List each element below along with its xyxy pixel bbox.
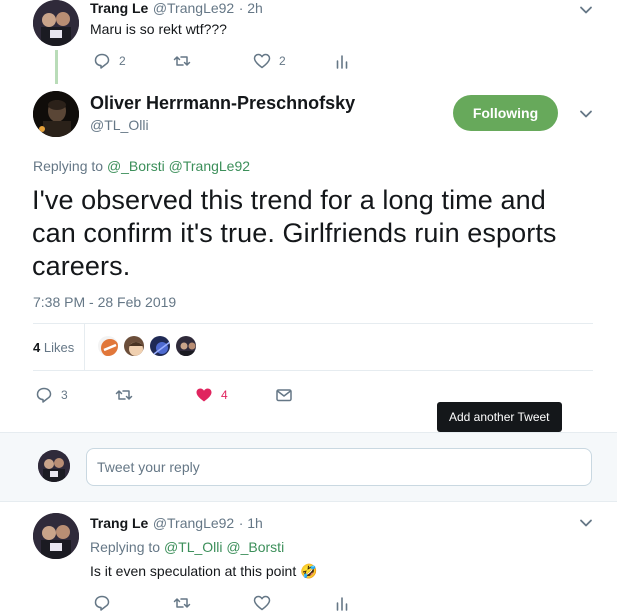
mention-link[interactable]: @TL_Olli [164,539,223,555]
avatar[interactable] [148,334,172,358]
direct-message-button[interactable] [275,386,293,404]
avatar[interactable] [33,91,79,137]
like-button[interactable] [253,594,271,612]
analytics-button[interactable] [333,594,351,612]
retweet-icon [173,594,191,612]
retweet-icon [115,386,133,404]
divider [33,370,593,371]
likes-label: Likes [43,340,75,355]
author-name[interactable]: Trang Le [90,515,148,531]
reply-button[interactable]: 3 [35,386,68,404]
like-button[interactable]: 2 [253,52,286,70]
thread-line [55,50,58,84]
author-name[interactable]: Oliver Herrmann-Preschnofsky [90,93,355,114]
retweet-button[interactable] [115,386,133,404]
retweet-button[interactable] [173,594,191,612]
likes-stat[interactable]: 4 Likes [33,340,74,355]
reply-input[interactable]: Tweet your reply [86,448,592,486]
avatar[interactable] [38,450,70,482]
liker-avatars [96,334,198,358]
avatar[interactable] [33,0,79,46]
analytics-icon [333,594,351,612]
tweet-text: Maru is so rekt wtf??? [90,21,227,37]
reply-button[interactable]: 2 [93,52,126,70]
replying-to: Replying to @TL_Olli @_Borsti [90,539,284,555]
author-handle[interactable]: @TrangLe92 [153,0,234,16]
heart-icon [253,594,271,612]
avatar[interactable] [174,334,198,358]
analytics-icon [333,52,351,70]
retweet-icon [173,52,191,70]
replying-to: Replying to @_Borsti @TrangLe92 [33,158,250,174]
likes-count: 4 [33,340,41,355]
like-button[interactable]: 4 [195,386,228,404]
reply-icon [93,594,111,612]
reply-button[interactable] [93,594,111,612]
retweet-button[interactable] [173,52,191,70]
reply-count: 2 [119,54,126,68]
mention-link[interactable]: @TrangLe92 [169,158,250,174]
chevron-down-icon[interactable] [577,514,595,532]
tweet-text: I've observed this trend for a long time… [32,185,557,281]
heart-icon [253,52,271,70]
rofl-emoji: 🤣 [300,563,318,579]
tweet-time[interactable]: · 1h [239,515,263,531]
avatar[interactable] [122,334,146,358]
tweet-text: Is it even speculation at this point [90,563,297,579]
reply-icon [35,386,53,404]
author-handle[interactable]: @TrangLe92 [153,515,234,531]
add-tweet-tooltip: Add another Tweet [437,402,562,432]
tweet-timestamp[interactable]: 7:38 PM - 28 Feb 2019 [33,294,176,310]
reply-icon [93,52,111,70]
message-icon [275,386,293,404]
replying-prefix: Replying to [33,158,104,174]
replying-prefix: Replying to [90,539,161,555]
chevron-down-icon[interactable] [577,1,595,19]
reply-count: 3 [61,388,68,402]
tweet-text-line: Is it even speculation at this point 🤣 [90,563,318,580]
tweet-time[interactable]: · 2h [239,0,263,16]
following-button[interactable]: Following [453,95,558,131]
divider [33,323,593,324]
author-handle[interactable]: @TL_Olli [90,117,149,133]
mention-link[interactable]: @_Borsti [107,158,165,174]
divider-vertical [84,324,85,370]
author-name[interactable]: Trang Le [90,0,148,16]
like-count: 4 [221,388,228,402]
avatar[interactable] [33,513,79,559]
avatar[interactable] [96,334,120,358]
like-count: 2 [279,54,286,68]
mention-link[interactable]: @_Borsti [226,539,284,555]
chevron-down-icon[interactable] [577,105,595,123]
analytics-button[interactable] [333,52,351,70]
heart-icon [195,386,213,404]
